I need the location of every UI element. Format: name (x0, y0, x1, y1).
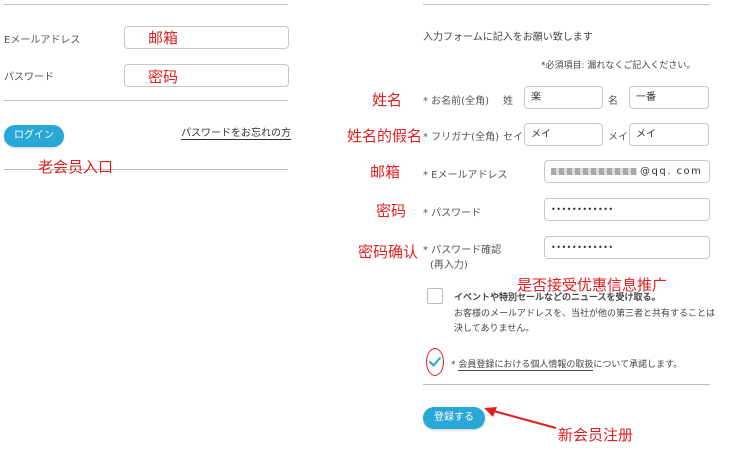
first-name-label: 名 (608, 96, 618, 107)
password-confirm-sublabel: (再入力) (430, 260, 468, 271)
terms-checkbox[interactable] (428, 354, 442, 368)
annotation-submit: 新会员注册 (558, 426, 634, 444)
arrow-icon (484, 407, 557, 429)
annotation-email: 邮箱 (370, 163, 401, 181)
first-name-field[interactable]: 一番 (629, 86, 709, 109)
register-bottom-divider (423, 384, 710, 385)
last-name-label: 姓 (503, 96, 513, 107)
newsletter-label: イベントや特別セールなどのニュースを受け取る。 (454, 293, 661, 303)
register-top-divider (423, 4, 710, 5)
password-confirm-field[interactable]: •••••••••••• (544, 236, 710, 259)
annotation-login-email: 邮箱 (148, 29, 179, 47)
annotation-login-password: 密码 (148, 68, 179, 86)
kana-last-field[interactable]: メイ (524, 123, 603, 146)
register-password-label: * パスワード (423, 208, 482, 219)
register-submit-button[interactable]: 登録する (423, 407, 485, 429)
kana-first-field[interactable]: メイ (629, 123, 709, 146)
newsletter-desc-line1: お客様のメールアドレスを、当社が他の第三者と共有することは (454, 309, 716, 319)
terms-text: * 会員登録における個人情報の取扱について承諾します。 (451, 357, 683, 371)
annotation-password-confirm: 密码确认 (358, 243, 419, 261)
login-top-divider (4, 4, 288, 5)
annotation-kana: 姓名的假名 (347, 127, 423, 145)
password-confirm-label: * パスワード確認 (423, 245, 502, 256)
annotation-name: 姓名 (372, 91, 403, 109)
newsletter-desc-line2: 決してありません。 (454, 324, 535, 334)
email-domain-text: @qq. com (640, 166, 703, 177)
register-email-field[interactable]: @qq. com (544, 160, 710, 183)
kana-first-label: メイ (608, 132, 628, 143)
terms-link[interactable]: 会員登録における個人情報の取扱 (458, 360, 594, 371)
register-password-field[interactable]: •••••••••••• (544, 198, 710, 221)
forgot-password-link[interactable]: パスワードをお忘れの方 (181, 124, 291, 140)
kana-last-label: セイ (503, 132, 523, 143)
login-form-divider (4, 100, 288, 101)
newsletter-checkbox[interactable] (427, 288, 443, 304)
annotation-password: 密码 (376, 202, 407, 220)
email-blurred-local-part (551, 167, 637, 175)
login-password-label: パスワード (4, 72, 54, 83)
register-email-label: * Eメールアドレス (423, 170, 508, 181)
checkmark-icon (429, 357, 441, 367)
terms-suffix: について承諾します。 (593, 360, 683, 370)
annotation-login-section: 老会员入口 (38, 158, 114, 176)
login-button[interactable]: ログイン (4, 125, 64, 147)
register-intro: 入力フォームに記入をお願い致します (423, 32, 593, 43)
last-name-field[interactable]: 楽 (524, 86, 603, 109)
login-email-label: Eメールアドレス (4, 35, 81, 46)
name-label: * お名前(全角) (423, 96, 489, 107)
kana-label: * フリガナ(全角) (423, 132, 499, 143)
required-note: *必須項目: 漏れなくご記入ください。 (541, 61, 696, 71)
